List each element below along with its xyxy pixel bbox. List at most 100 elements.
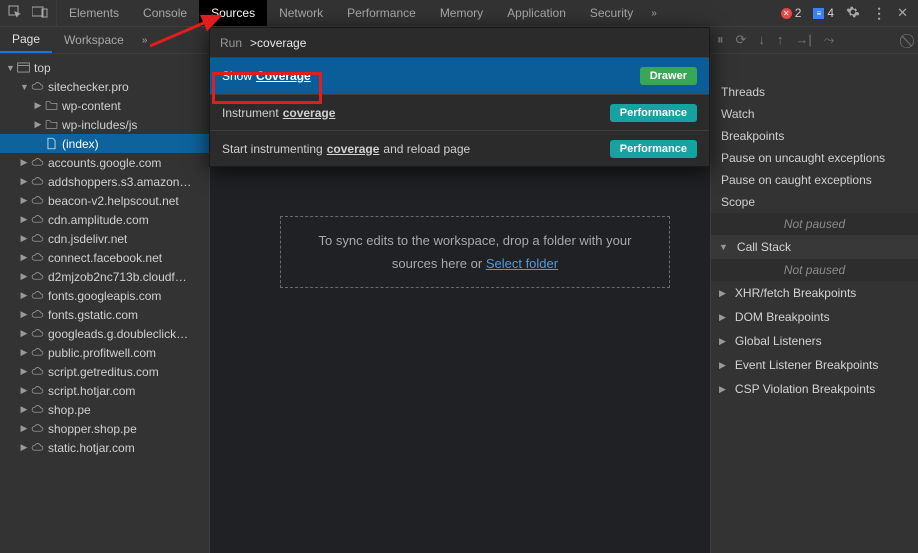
sidebar-section[interactable]: ▶DOM Breakpoints (711, 305, 918, 329)
expand-icon[interactable]: ▶ (20, 442, 28, 453)
tab-sources[interactable]: Sources (199, 0, 267, 26)
cloud-icon (30, 308, 44, 322)
tree-label: cdn.amplitude.com (48, 213, 149, 227)
call-stack-header[interactable]: ▼Call Stack (711, 235, 918, 259)
folder-icon (44, 99, 58, 113)
debugger-icon-1[interactable]: ⟳ (736, 32, 747, 48)
tree-row[interactable]: ▶wp-includes/js (0, 115, 209, 134)
expand-icon[interactable]: ▼ (20, 82, 28, 92)
select-folder-link[interactable]: Select folder (486, 256, 558, 271)
tab-network[interactable]: Network (267, 0, 335, 26)
debugger-icon-5[interactable]: ⤳ (824, 32, 834, 48)
command-badge: Performance (610, 104, 697, 122)
sidebar-section[interactable]: ▶Global Listeners (711, 329, 918, 353)
sidebar-item[interactable]: Pause on caught exceptions (711, 169, 918, 191)
tree-row[interactable]: ▶shop.pe (0, 400, 209, 419)
expand-icon[interactable]: ▶ (20, 328, 28, 339)
expand-icon[interactable]: ▶ (34, 119, 42, 130)
device-toggle-icon[interactable] (32, 6, 48, 21)
subtab-workspace[interactable]: Workspace (52, 27, 136, 53)
tree-row[interactable]: ▶connect.facebook.net (0, 248, 209, 267)
expand-icon[interactable]: ▶ (20, 233, 28, 244)
tab-memory[interactable]: Memory (428, 0, 495, 26)
info-count: 4 (827, 6, 834, 20)
cloud-icon (30, 327, 44, 341)
command-item[interactable]: Start instrumenting coverage and reload … (210, 130, 709, 166)
tree-row[interactable]: ▶wp-content (0, 96, 209, 115)
tree-row[interactable]: ▶d2mjzob2nc713b.cloudf… (0, 267, 209, 286)
command-item[interactable]: Instrument coveragePerformance (210, 94, 709, 130)
tree-label: cdn.jsdelivr.net (48, 232, 127, 246)
subtab-page[interactable]: Page (0, 27, 52, 53)
expand-icon[interactable]: ▶ (20, 404, 28, 415)
error-count: 2 (795, 6, 802, 20)
call-stack-status: Not paused (711, 259, 918, 281)
tab-console[interactable]: Console (131, 0, 199, 26)
expand-icon[interactable]: ▶ (20, 366, 28, 377)
kebab-icon[interactable]: ⋮ (872, 5, 885, 22)
tree-row[interactable]: ▶script.hotjar.com (0, 381, 209, 400)
sidebar-item[interactable]: Scope (711, 191, 918, 213)
sidebar-item[interactable]: Watch (711, 103, 918, 125)
tree-label: addshoppers.s3.amazon… (48, 175, 191, 189)
tree-row[interactable]: ▶public.profitwell.com (0, 343, 209, 362)
tab-security[interactable]: Security (578, 0, 645, 26)
more-subtabs-icon[interactable]: » (136, 35, 154, 46)
tree-row[interactable]: ▼ sitechecker.pro (0, 77, 209, 96)
expand-icon[interactable]: ▶ (20, 252, 28, 263)
expand-icon[interactable]: ▶ (20, 309, 28, 320)
tree-row[interactable]: ▶fonts.googleapis.com (0, 286, 209, 305)
command-menu[interactable]: Run >coverage Show CoverageDrawerInstrum… (209, 27, 710, 167)
cmd-query[interactable]: coverage (257, 36, 306, 50)
expand-icon[interactable]: ▶ (20, 347, 28, 358)
close-devtools-icon[interactable]: ✕ (897, 5, 908, 21)
tree-row[interactable]: ▶ cdn.jsdelivr.net (0, 229, 209, 248)
command-badge: Performance (610, 140, 697, 158)
expand-icon[interactable]: ▶ (34, 100, 42, 111)
sidebar-item[interactable]: Pause on uncaught exceptions (711, 147, 918, 169)
debugger-icon-4[interactable]: →| (795, 32, 811, 48)
tree-row[interactable]: ▶ addshoppers.s3.amazon… (0, 172, 209, 191)
cloud-icon (30, 346, 44, 360)
cloud-icon (30, 232, 44, 246)
tree-row[interactable]: ▼top (0, 58, 209, 77)
tree-row[interactable]: ▶googleads.g.doubleclick… (0, 324, 209, 343)
expand-icon[interactable]: ▶ (20, 176, 28, 187)
expand-icon[interactable]: ▶ (20, 214, 28, 225)
tab-application[interactable]: Application (495, 0, 578, 26)
sidebar-section[interactable]: ▶CSP Violation Breakpoints (711, 377, 918, 401)
debugger-icon-3[interactable]: ↑ (777, 32, 784, 48)
sidebar-item[interactable]: Threads (711, 81, 918, 103)
tab-performance[interactable]: Performance (335, 0, 428, 26)
tree-row[interactable]: ▶ cdn.amplitude.com (0, 210, 209, 229)
tree-row[interactable]: ▶accounts.google.com (0, 153, 209, 172)
expand-icon[interactable]: ▶ (20, 423, 28, 434)
workspace-dropzone[interactable]: To sync edits to the workspace, drop a f… (280, 216, 670, 288)
expand-icon[interactable]: ▶ (20, 195, 28, 206)
command-item[interactable]: Show CoverageDrawer (210, 58, 709, 94)
tab-elements[interactable]: Elements (57, 0, 131, 26)
sidebar-item[interactable]: Breakpoints (711, 125, 918, 147)
expand-icon[interactable]: ▶ (20, 271, 28, 282)
more-tabs-icon[interactable]: » (645, 8, 663, 19)
error-badge[interactable]: ✕2 (781, 6, 802, 20)
inspect-icon[interactable] (8, 5, 22, 22)
info-badge[interactable]: ≡4 (813, 6, 834, 20)
tree-row[interactable]: ▶beacon-v2.helpscout.net (0, 191, 209, 210)
expand-icon[interactable]: ▶ (20, 385, 28, 396)
tree-row[interactable]: ▶script.getreditus.com (0, 362, 209, 381)
expand-icon[interactable]: ▶ (20, 157, 28, 168)
dropzone-text1: To sync edits to the workspace, drop a f… (291, 233, 659, 248)
settings-icon[interactable] (846, 5, 860, 22)
tree-row[interactable]: ▶static.hotjar.com (0, 438, 209, 457)
sidebar-section[interactable]: ▶Event Listener Breakpoints (711, 353, 918, 377)
debugger-icon-0[interactable]: ⏸ (717, 32, 724, 48)
tree-row[interactable]: (index) (0, 134, 209, 153)
sidebar-section[interactable]: ▶XHR/fetch Breakpoints (711, 281, 918, 305)
expand-icon[interactable]: ▶ (20, 290, 28, 301)
tree-label: sitechecker.pro (48, 80, 129, 94)
debugger-icon-2[interactable]: ↓ (758, 32, 765, 48)
tree-row[interactable]: ▶shopper.shop.pe (0, 419, 209, 438)
tree-row[interactable]: ▶fonts.gstatic.com (0, 305, 209, 324)
expand-icon[interactable]: ▼ (6, 63, 14, 73)
